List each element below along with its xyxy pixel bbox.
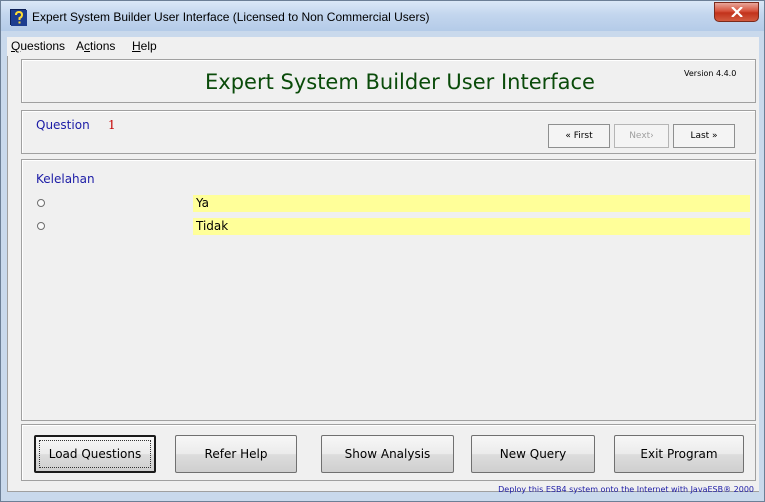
option-row[interactable]: Tidak [36, 218, 750, 236]
menu-help-mnemonic: H [132, 39, 141, 53]
application-window: Expert System Builder User Interface (Li… [0, 0, 765, 502]
option-highlight[interactable]: Ya [193, 195, 750, 212]
header-panel: Expert System Builder User Interface Ver… [21, 59, 756, 103]
option-radio-ya[interactable] [37, 199, 45, 207]
menu-actions-label: tions [90, 39, 116, 53]
menu-actions[interactable]: Actions [76, 39, 115, 53]
option-radio-tidak[interactable] [37, 222, 45, 230]
exit-program-button[interactable]: Exit Program [614, 435, 744, 473]
attribute-label: Kelelahan [36, 172, 95, 186]
new-query-button[interactable]: New Query [471, 435, 595, 473]
window-title: Expert System Builder User Interface (Li… [32, 10, 430, 24]
first-button[interactable]: « First [548, 124, 610, 148]
action-button-panel: Load Questions Refer Help Show Analysis … [21, 424, 756, 481]
load-questions-button[interactable]: Load Questions [34, 435, 156, 473]
question-help-icon[interactable] [10, 9, 27, 26]
last-button[interactable]: Last » [673, 124, 735, 148]
option-highlight[interactable]: Tidak [193, 218, 750, 235]
menu-questions-label: uestions [20, 39, 66, 53]
menu-bar: Questions Actions Help [7, 37, 759, 56]
close-icon [731, 7, 743, 17]
footer-note: Deploy this ESB4 system onto the Interne… [498, 485, 754, 494]
answers-panel: Kelelahan Ya Tidak [21, 159, 756, 421]
close-button[interactable] [714, 2, 759, 22]
refer-help-button[interactable]: Refer Help [175, 435, 297, 473]
menu-actions-first: A [76, 39, 85, 53]
next-button[interactable]: Next› [614, 124, 669, 148]
option-label-ya: Ya [196, 196, 210, 210]
menu-questions[interactable]: Questions [11, 39, 65, 53]
version-label: Version 4.4.0 [684, 69, 737, 78]
question-panel: Question 1 « First Next› Last » [21, 110, 756, 154]
menu-help-label: elp [140, 39, 157, 53]
menu-questions-mnemonic: Q [11, 39, 21, 53]
menu-help[interactable]: Help [132, 39, 157, 53]
option-label-tidak: Tidak [196, 219, 229, 233]
app-title: Expert System Builder User Interface [205, 70, 595, 94]
question-number: 1 [108, 118, 116, 132]
question-label: Question [36, 118, 90, 132]
show-analysis-button[interactable]: Show Analysis [321, 435, 454, 473]
focus-outline [39, 440, 151, 468]
title-bar[interactable]: Expert System Builder User Interface (Li… [1, 1, 764, 31]
option-row[interactable]: Ya [36, 195, 750, 213]
